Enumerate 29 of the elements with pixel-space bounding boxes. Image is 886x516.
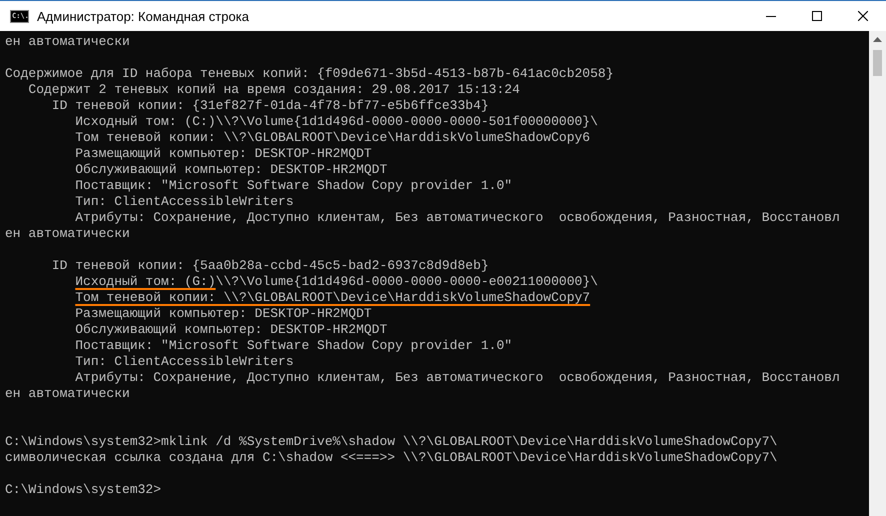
console-line: Поставщик: "Microsoft Software Shadow Copy provider 1.0" xyxy=(74,178,514,194)
window-title: Администратор: Командная строка xyxy=(37,8,250,24)
console-line: ID теневой копии: {31ef827f-01da-4f78-bf77-e5b6ffce33b4} xyxy=(50,98,490,114)
console-line: Тип: ClientAccessibleWriters xyxy=(74,354,295,370)
console-line: ен автоматически xyxy=(5,386,131,402)
console-line: Обслуживающий компьютер: DESKTOP-HR2MQDT xyxy=(74,322,388,338)
console-line: Атрибуты: Сохранение, Доступно клиентам, Без автоматического освобождения, Разностная, Восстановл xyxy=(74,370,841,386)
console-line: Исходный том: (G:)\\?\Volume{1d1d496d-0000-0000-0000-e00211000000}\ xyxy=(74,274,599,290)
close-icon xyxy=(858,11,868,21)
console-line: Размещающий компьютер: DESKTOP-HR2MQDT xyxy=(74,146,373,162)
console-line: Поставщик: "Microsoft Software Shadow Copy provider 1.0" xyxy=(74,338,514,354)
console-line: символическая ссылка создана для C:\shadow <<===>> \\?\GLOBALROOT\Device\HarddiskVolumeShadowCopy7\ xyxy=(5,450,778,466)
console-line: C:\Windows\system32> xyxy=(5,482,162,498)
console-line: Обслуживающий компьютер: DESKTOP-HR2MQDT xyxy=(74,162,388,178)
console-line: Атрибуты: Сохранение, Доступно клиентам, Без автоматического освобождения, Разностная, Восстановл xyxy=(74,210,841,226)
console-line: Исходный том: (C:)\\?\Volume{1d1d496d-0000-0000-0000-501f00000000}\ xyxy=(74,114,599,130)
scrollbar-thumb[interactable] xyxy=(873,50,882,76)
console-line: ID теневой копии: {5aa0b28a-ccbd-45c5-bad2-6937c8d9d8eb} xyxy=(50,258,490,274)
console-line: Содержит 2 теневых копий на время создания: 29.08.2017 15:13:24 xyxy=(27,82,521,98)
console-line: ен автоматически xyxy=(5,34,131,50)
console-line: Тип: ClientAccessibleWriters xyxy=(74,194,295,210)
console-line: Размещающий компьютер: DESKTOP-HR2MQDT xyxy=(74,306,373,322)
scrollbar[interactable] xyxy=(869,31,886,516)
console-line: C:\Windows\system32>mklink /d %SystemDrive%\shadow \\?\GLOBALROOT\Device\HarddiskVolumeShadowCopy7\ xyxy=(5,434,778,450)
console-line: Том теневой копии: \\?\GLOBALROOT\Device\HarddiskVolumeShadowCopy6 xyxy=(74,130,592,146)
maximize-icon xyxy=(812,11,822,21)
console-line: Содержимое для ID набора теневых копий: {f09de671-3b5d-4513-b87b-641ac0cb2058} xyxy=(5,66,614,82)
console-line: Том теневой копии: \\?\GLOBALROOT\Device\HarddiskVolumeShadowCopy7 xyxy=(74,290,592,306)
console-line: ен автоматически xyxy=(5,226,131,242)
